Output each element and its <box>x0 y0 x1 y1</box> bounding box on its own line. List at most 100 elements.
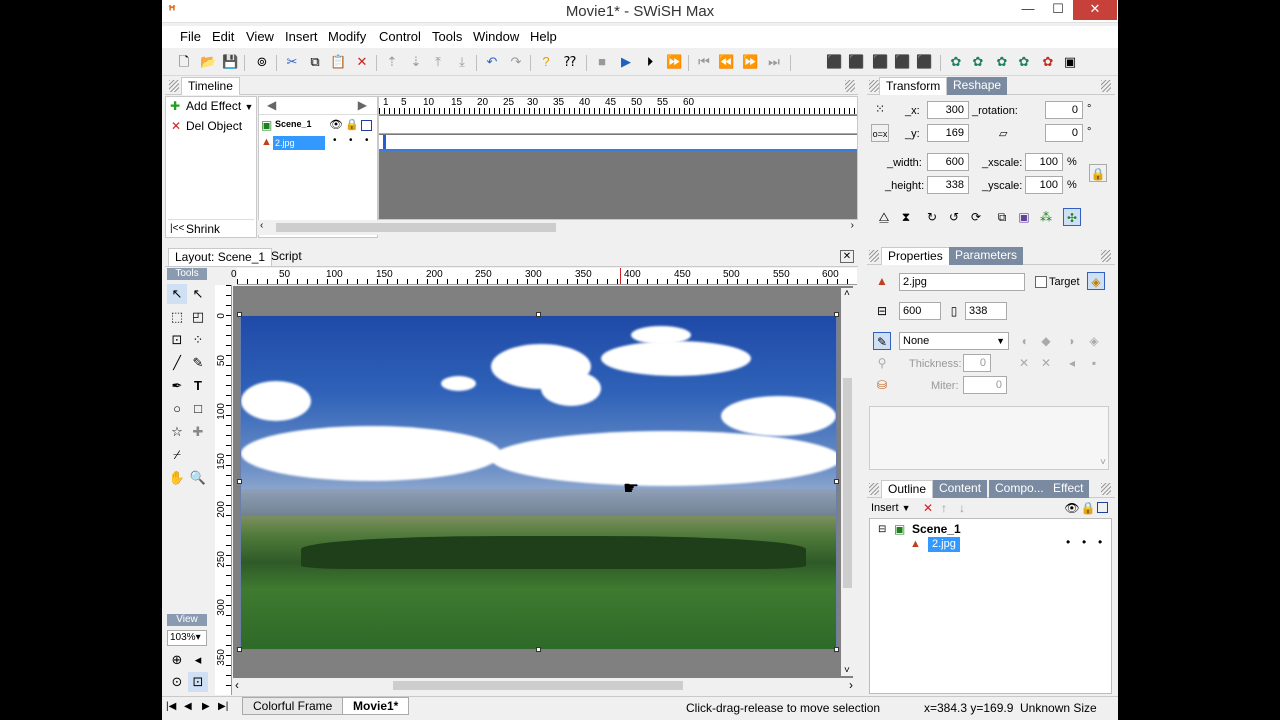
menu-window[interactable]: Window <box>473 29 519 44</box>
tab-components[interactable]: Compo... <box>989 480 1050 498</box>
yscale-field[interactable]: 100 <box>1025 176 1063 194</box>
rectangle-tool-icon[interactable]: □ <box>188 399 208 419</box>
effect-6-icon[interactable]: ▣ <box>1062 54 1078 70</box>
menu-tools[interactable]: Tools <box>432 29 462 44</box>
rotate-tool-icon[interactable]: ⁘ <box>188 330 208 350</box>
zoom-out-icon[interactable]: ◂ <box>188 650 208 670</box>
scroll-left-arrow[interactable]: ‹ <box>260 220 263 231</box>
redo-icon[interactable]: ↷ <box>508 54 524 70</box>
insert-button-icon[interactable]: ⬛ <box>872 54 888 70</box>
bucket-icon[interactable]: ⛁ <box>873 376 891 394</box>
x-field[interactable]: 300 <box>927 101 969 119</box>
line-style-icon[interactable]: ✎ <box>873 332 891 350</box>
target-checkbox[interactable] <box>1035 276 1047 288</box>
tab-colorful-frame[interactable]: Colorful Frame <box>242 697 344 715</box>
copy-transform-icon[interactable]: ⧉ <box>993 208 1011 226</box>
timeline-hscroll[interactable]: ‹ › <box>258 220 858 235</box>
lock-icon[interactable]: 🔒 <box>345 118 359 131</box>
tab-parameters[interactable]: Parameters <box>949 247 1024 265</box>
new-file-icon[interactable]: 🗋 <box>176 54 192 70</box>
move-down-icon[interactable]: ↓ <box>953 499 971 517</box>
join-round-icon[interactable]: ◗ <box>1063 332 1081 350</box>
save-icon[interactable]: 💾 <box>222 54 238 70</box>
hand-tool-icon[interactable]: ✋ <box>167 468 187 488</box>
tab-reshape[interactable]: Reshape <box>947 77 1008 95</box>
next-frame-icon[interactable]: ⏩ <box>742 54 758 70</box>
play-icon[interactable]: ▶ <box>618 54 634 70</box>
tab-layout[interactable]: Layout: Scene_1 <box>168 248 273 266</box>
paste-transform-icon[interactable]: ▣ <box>1015 208 1033 226</box>
layer-row[interactable]: ▲ 2.jpg • • • <box>259 135 377 152</box>
help-icon[interactable]: ? <box>538 54 554 70</box>
close-panel-icon[interactable]: ✕ <box>840 250 854 263</box>
tab-properties[interactable]: Properties <box>881 247 950 265</box>
prev-tab-icon[interactable]: ◀ <box>184 701 192 712</box>
maximize-button[interactable]: ☐ <box>1043 0 1073 20</box>
zoom-select[interactable]: 103%▾ <box>167 630 207 646</box>
outline-toggle[interactable] <box>1097 502 1108 513</box>
menu-modify[interactable]: Modify <box>328 29 366 44</box>
bring-front-icon[interactable]: ⤒ <box>430 54 446 70</box>
line-style-select[interactable]: None ▼ <box>899 332 1009 350</box>
cap-square-icon[interactable]: ◆ <box>1037 332 1055 350</box>
scene-frame-row[interactable] <box>379 116 857 134</box>
scroll-thumb[interactable] <box>276 223 556 232</box>
stage-canvas[interactable]: ☛ <box>233 286 853 686</box>
outline-scene-label[interactable]: Scene_1 <box>912 522 961 536</box>
menu-insert[interactable]: Insert <box>285 29 318 44</box>
insert-menu[interactable]: Insert ▼ <box>871 502 911 514</box>
effect-4-icon[interactable]: ✿ <box>1016 54 1032 70</box>
flip-h-icon[interactable]: ⧋ <box>875 208 893 226</box>
outline-toggle[interactable] <box>361 120 372 131</box>
thickness-field[interactable]: 0 <box>963 354 991 372</box>
scroll-left-arrow[interactable]: ‹ <box>235 678 239 692</box>
lock-aspect-icon[interactable]: 🔒 <box>1089 164 1107 182</box>
skew-field[interactable]: 0 <box>1045 124 1083 142</box>
move-up-icon[interactable]: ↑ <box>935 499 953 517</box>
zoom-fit-icon[interactable]: ⊙ <box>167 672 187 692</box>
miter-icon-4[interactable]: ▪ <box>1085 354 1103 372</box>
cut-icon[interactable]: ✂ <box>284 54 300 70</box>
play-effect-icon[interactable]: ⏩ <box>666 54 682 70</box>
text-tool-icon[interactable]: T <box>188 376 208 396</box>
autoshape-tool-icon[interactable]: ✚ <box>188 422 208 442</box>
layer-frame-row[interactable] <box>379 135 857 151</box>
grid-snap-icon[interactable]: ⁂ <box>1037 208 1055 226</box>
insert-scene-icon[interactable]: ⬛ <box>826 54 842 70</box>
pencil-tool-icon[interactable]: ✎ <box>188 353 208 373</box>
lock-icon[interactable]: 🔒 <box>1079 499 1097 517</box>
rotation-field[interactable]: 0 <box>1045 101 1083 119</box>
miter-icon-3[interactable]: ◂ <box>1063 354 1081 372</box>
open-icon[interactable]: 📂 <box>200 54 216 70</box>
prop-height-field[interactable]: 338 <box>965 302 1007 320</box>
scroll-left-icon[interactable]: ◀ <box>267 98 276 112</box>
close-button[interactable]: ✕ <box>1073 0 1117 20</box>
add-effect-button[interactable]: ✚ Add Effect ▼ <box>168 97 254 115</box>
tab-timeline[interactable]: Timeline <box>181 77 240 95</box>
prop-width-field[interactable]: 600 <box>899 302 941 320</box>
zoom-selection-icon[interactable]: ⊡ <box>188 672 208 692</box>
y-field[interactable]: 169 <box>927 124 969 142</box>
zoom-tool-icon[interactable]: 🔍 <box>188 468 208 488</box>
anchor-grid-icon[interactable]: ⁙ <box>871 100 889 118</box>
minimize-button[interactable]: — <box>1013 0 1043 20</box>
fill-icon[interactable]: ⚲ <box>873 354 891 372</box>
cap-round-icon[interactable]: ◖ <box>1015 332 1033 350</box>
miter-icon-2[interactable]: ✕ <box>1037 354 1055 372</box>
join-bevel-icon[interactable]: ◈ <box>1085 332 1103 350</box>
stage-hscroll[interactable]: ‹ › <box>233 678 855 693</box>
star-tool-icon[interactable]: ☆ <box>167 422 187 442</box>
tab-script[interactable]: Script <box>265 248 308 266</box>
height-field[interactable]: 338 <box>927 176 969 194</box>
tab-content[interactable]: Content <box>933 480 988 498</box>
eyedropper-tool-icon[interactable]: ⌿ <box>167 445 187 465</box>
context-help-icon[interactable]: ⁇ <box>562 54 578 70</box>
first-tab-icon[interactable]: |◀ <box>166 701 176 712</box>
tab-transform[interactable]: Transform <box>879 77 948 95</box>
rotate-ccw-icon[interactable]: ↺ <box>945 208 963 226</box>
scroll-right-arrow[interactable]: › <box>851 220 854 231</box>
menu-help[interactable]: Help <box>530 29 557 44</box>
image-2jpg[interactable]: ☛ <box>240 315 837 650</box>
tab-effect[interactable]: Effect <box>1047 480 1090 498</box>
insert-text-icon[interactable]: ⬛ <box>848 54 864 70</box>
